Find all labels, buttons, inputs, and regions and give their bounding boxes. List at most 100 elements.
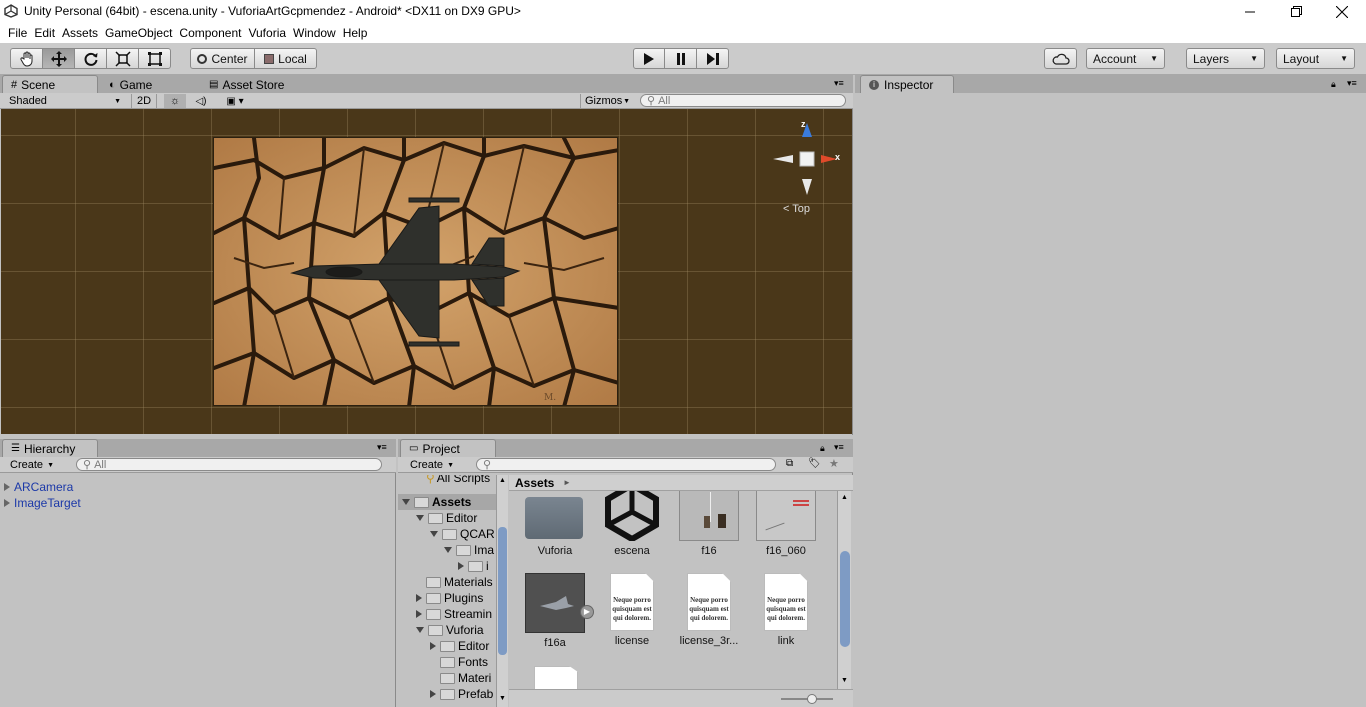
step-button[interactable] [696,48,729,69]
menu-vuforia[interactable]: Vuforia [248,26,293,40]
expand-arrow-icon[interactable] [402,499,410,505]
slider-handle[interactable] [807,694,817,704]
menu-component[interactable]: Component [179,26,248,40]
layers-dropdown[interactable]: Layers ▼ [1186,48,1265,69]
scale-tool-button[interactable] [106,48,139,69]
asset-tile[interactable]: f16 [673,491,745,557]
asset-tile[interactable]: Neque porro quisquam est qui dolorem. li… [596,573,668,647]
expand-arrow-icon[interactable] [416,610,422,618]
shading-mode-dropdown[interactable]: Shaded ▼ [5,94,125,108]
label-tag-icon[interactable]: 🏷︎ [808,458,821,469]
list-item[interactable]: Prefab [398,686,498,702]
menu-edit[interactable]: Edit [34,26,62,40]
scroll-up-arrow-icon[interactable]: ▲ [841,494,848,501]
list-item[interactable]: Plugins [398,590,498,606]
scene-search-input[interactable]: ⚲ All [640,94,846,107]
favorite-star-icon[interactable]: ★ [829,457,839,470]
panel-menu-icon[interactable]: ▾≡ [834,78,844,89]
cloud-button[interactable] [1044,48,1077,69]
scroll-down-arrow-icon[interactable]: ▼ [841,677,848,684]
effects-dropdown[interactable]: ▣ ▾ [218,94,252,108]
menu-help[interactable]: Help [343,26,375,40]
lighting-toggle[interactable]: ☼ [164,94,186,108]
2d-toggle[interactable]: 2D [131,94,157,108]
panel-menu-icon[interactable]: ▾≡ [377,442,387,453]
tab-project[interactable]: ▭ Project [400,439,496,457]
text-document-icon[interactable] [534,666,578,691]
tree-assets-row[interactable]: Assets [398,494,498,510]
scroll-down-arrow-icon[interactable]: ▼ [499,695,506,702]
expand-arrow-icon[interactable] [430,531,438,537]
expand-arrow-icon[interactable] [416,627,424,633]
list-item[interactable]: ImageTarget [4,495,81,511]
asset-tile[interactable]: Vuforia [519,491,591,557]
menu-assets[interactable]: Assets [62,26,105,40]
expand-arrow-icon[interactable] [430,642,436,650]
account-dropdown[interactable]: Account ▼ [1086,48,1165,69]
minimize-button[interactable] [1227,0,1273,23]
play-button[interactable] [633,48,665,69]
list-item[interactable]: Vuforia [398,622,498,638]
tab-scene[interactable]: # Scene [2,75,98,93]
list-item[interactable]: Materials [398,574,498,590]
hand-tool-button[interactable] [10,48,43,69]
rotate-tool-button[interactable] [74,48,107,69]
tab-inspector[interactable]: i Inspector [860,75,954,93]
list-item[interactable]: i [398,558,498,574]
image-target-texture[interactable]: M. [213,137,618,406]
lock-icon[interactable]: 🔒︎ [1331,79,1336,90]
list-item[interactable]: ARCamera [4,479,81,495]
hierarchy-create-dropdown[interactable]: Create ▼ [6,458,56,472]
hierarchy-search-input[interactable]: ⚲ All [76,458,382,471]
list-item[interactable]: QCAR [398,526,498,542]
menu-gameobject[interactable]: GameObject [105,26,179,40]
list-item[interactable]: ⚲ All Scripts [398,475,498,486]
expand-arrow-icon[interactable] [430,690,436,698]
asset-grid-scrollbar[interactable]: ▲ ▼ [837,491,851,689]
tab-hierarchy[interactable]: ☰ Hierarchy [2,439,98,457]
pivot-local-toggle[interactable]: Local [254,48,317,69]
expand-arrow-icon[interactable] [4,483,10,491]
asset-tile[interactable]: escena [596,491,668,557]
pivot-center-toggle[interactable]: Center [190,48,255,69]
pause-button[interactable] [664,48,697,69]
menu-window[interactable]: Window [293,26,343,40]
list-item[interactable]: Editor [398,638,498,654]
tab-game[interactable]: ◐ Game [100,75,190,93]
project-search-input[interactable]: ⚲ [476,458,776,471]
layout-dropdown[interactable]: Layout ▼ [1276,48,1355,69]
list-item[interactable]: Materi [398,670,498,686]
expand-arrow-icon[interactable] [416,594,422,602]
panel-menu-icon[interactable]: ▾≡ [834,442,844,453]
filter-by-type-icon[interactable]: ⧉ [786,458,793,469]
lock-icon[interactable]: 🔒︎ [820,443,825,454]
panel-menu-icon[interactable]: ▾≡ [1347,78,1357,89]
project-create-dropdown[interactable]: Create ▼ [406,458,456,472]
asset-tile[interactable]: f16_060 [750,491,822,557]
list-item[interactable]: Streamin [398,606,498,622]
expand-model-icon[interactable]: ▶ [580,605,594,619]
move-tool-button[interactable] [42,48,75,69]
list-item[interactable]: Ima [398,542,498,558]
restore-button[interactable] [1273,0,1319,23]
asset-tile[interactable]: Neque porro quisquam est qui dolorem. li… [673,573,745,647]
asset-scroll-thumb[interactable] [840,551,850,647]
breadcrumb-assets[interactable]: Assets [515,476,554,490]
expand-arrow-icon[interactable] [458,562,464,570]
tab-asset-store[interactable]: ▤ Asset Store [200,75,310,93]
expand-arrow-icon[interactable] [416,515,424,521]
scene-orientation-gizmo[interactable]: z x < Top [769,119,845,229]
menu-file[interactable]: File [8,26,34,40]
close-button[interactable] [1319,0,1365,23]
tree-scrollbar[interactable]: ▲ ▼ [496,475,508,707]
list-item[interactable]: Fonts [398,654,498,670]
scroll-up-arrow-icon[interactable]: ▲ [499,477,506,484]
gizmos-dropdown[interactable]: Gizmos ▼ [580,94,632,108]
tree-scroll-thumb[interactable] [498,527,507,655]
asset-tile[interactable]: Neque porro quisquam est qui dolorem. li… [750,573,822,647]
expand-arrow-icon[interactable] [444,547,452,553]
scene-viewport[interactable]: M. z x < Top [1,109,852,434]
expand-arrow-icon[interactable] [4,499,10,507]
list-item[interactable]: Editor [398,510,498,526]
audio-toggle[interactable]: ◁) [190,94,212,108]
